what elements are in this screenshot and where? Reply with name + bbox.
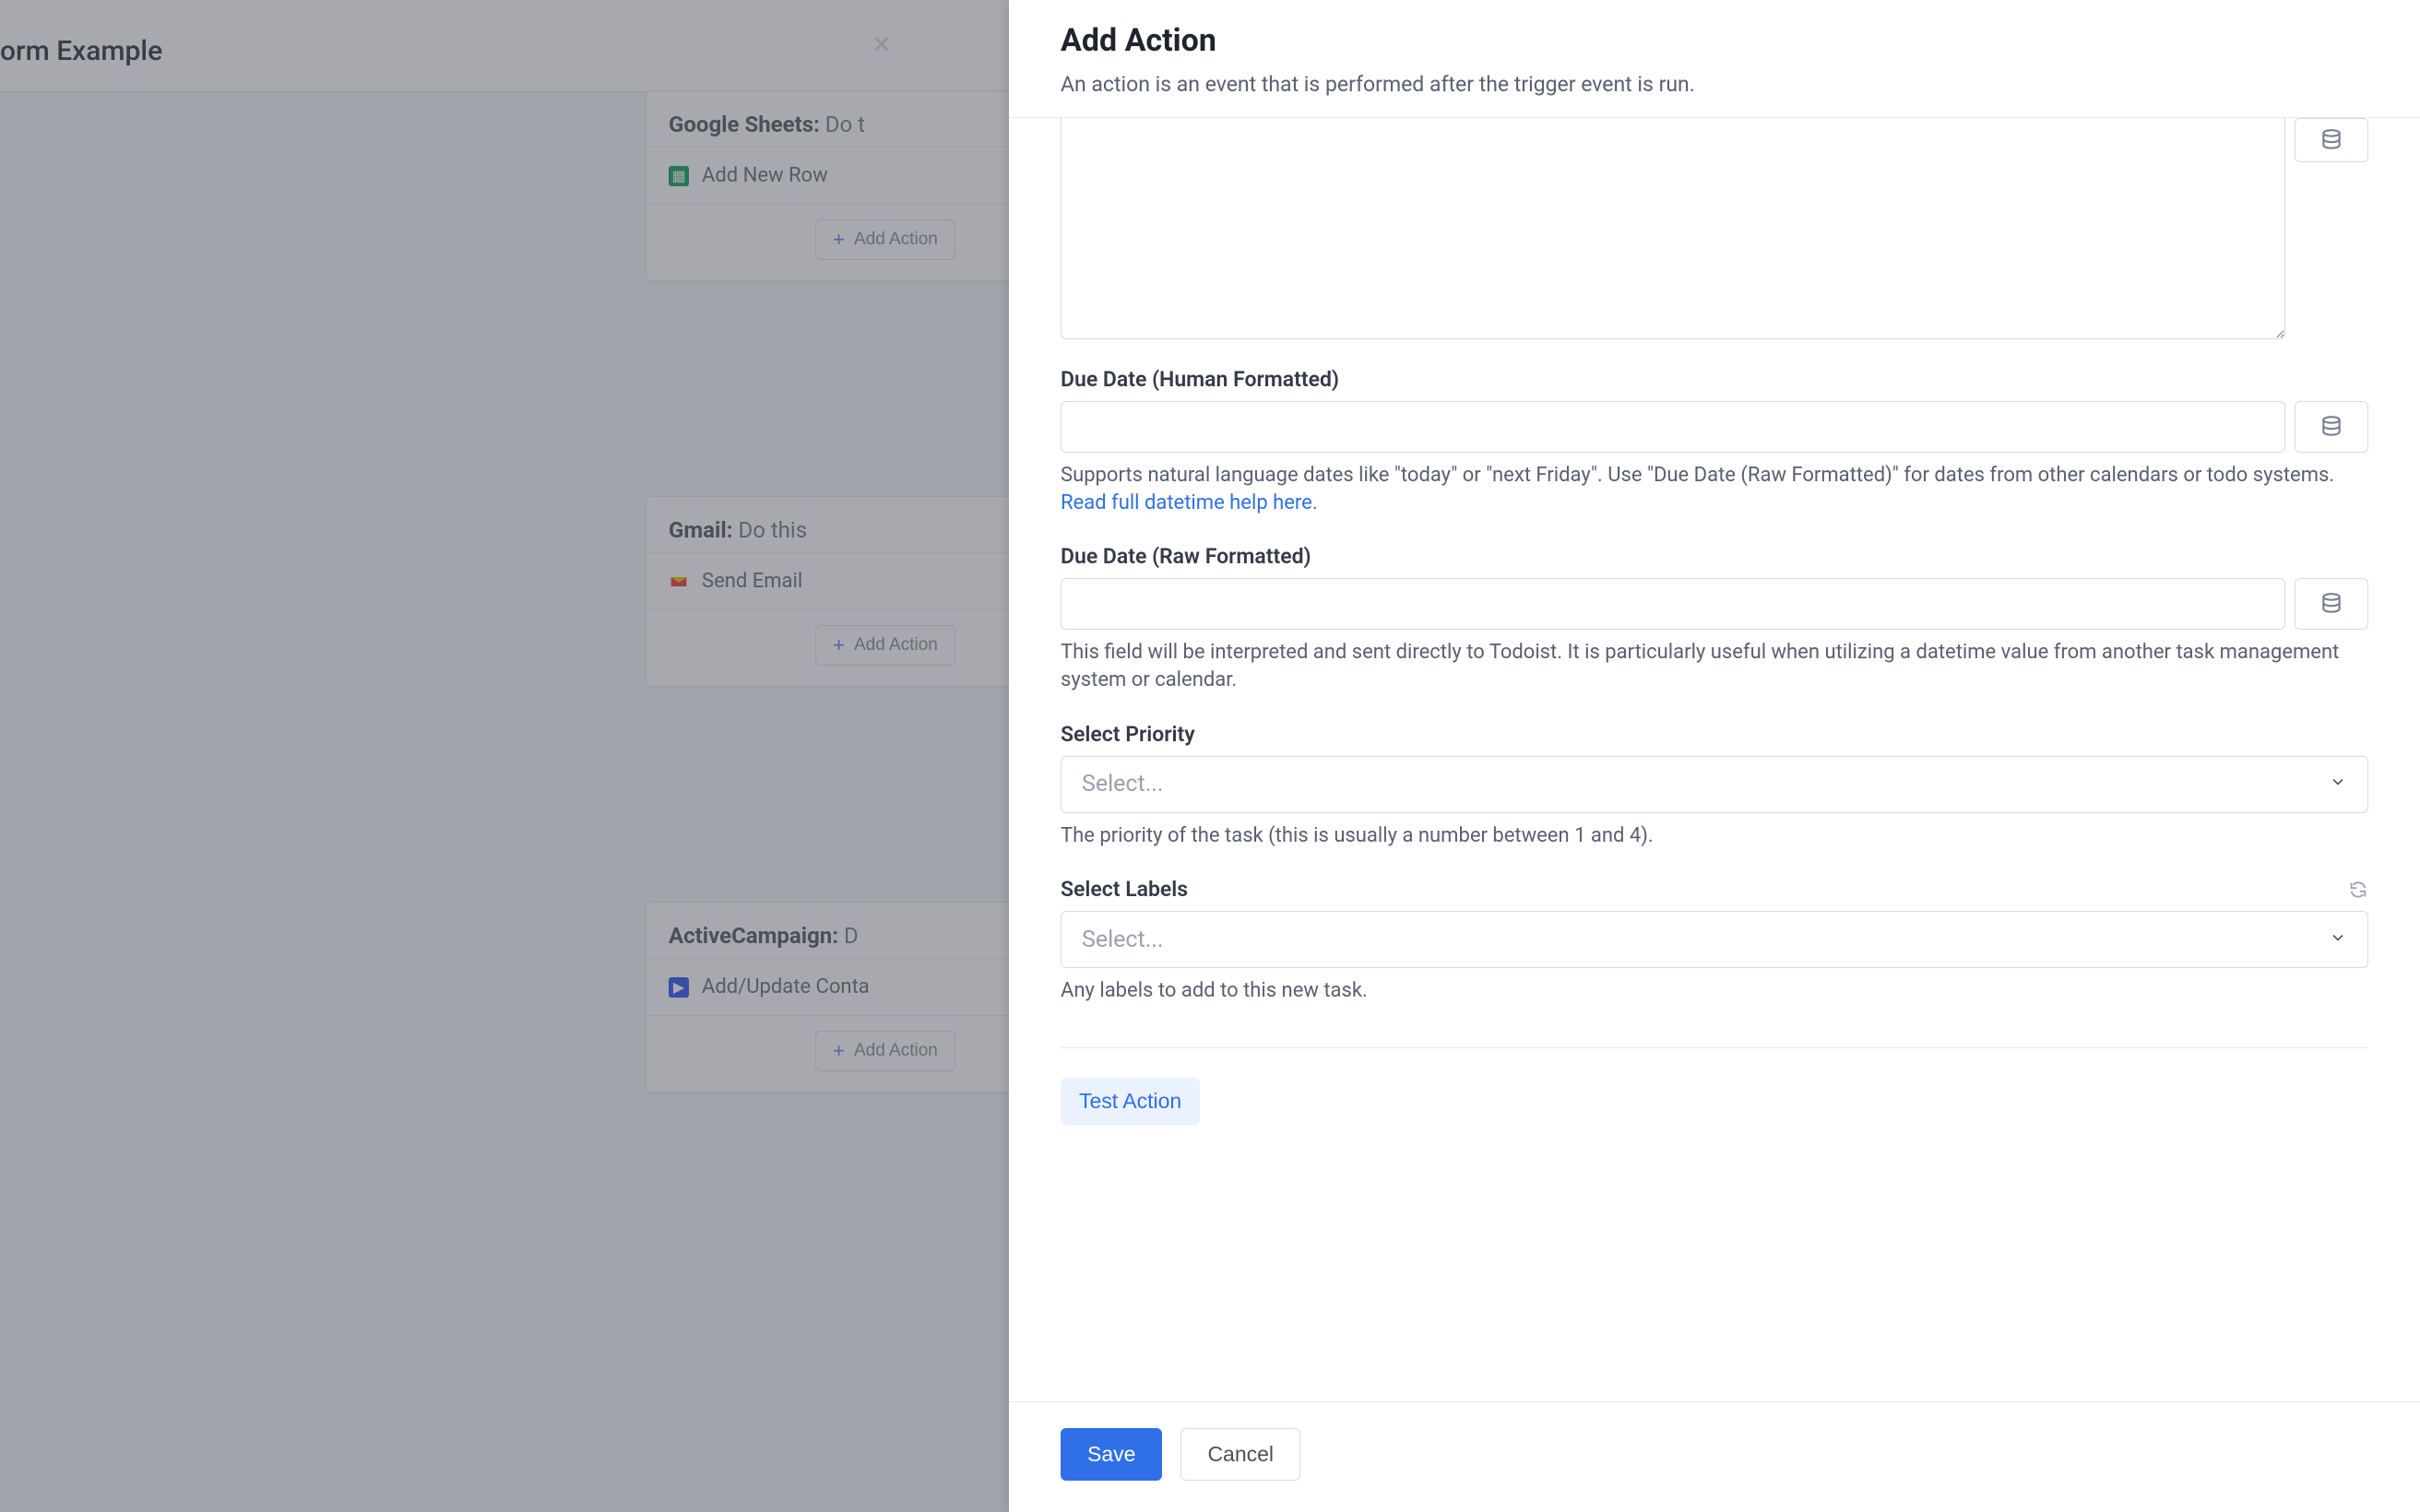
database-icon [2319,415,2343,439]
panel-header: Add Action An action is an event that is… [1009,0,2420,118]
chevron-down-icon [2329,927,2347,952]
field-helper: Supports natural language dates like "to… [1061,462,2368,516]
save-button[interactable]: Save [1061,1428,1162,1481]
database-icon [2319,592,2343,616]
field-helper: Any labels to add to this new task. [1061,977,2368,1005]
select-placeholder: Select... [1082,927,1163,953]
due-date-raw-input[interactable] [1061,578,2285,630]
priority-select[interactable]: Select... [1061,756,2368,813]
field-label: Due Date (Raw Formatted) [1061,544,1311,569]
field-priority: Select Priority Select... The priority o… [1061,722,2368,850]
field-label: Select Priority [1061,722,1195,747]
panel-title: Add Action [1061,22,2368,59]
field-helper: This field will be interpreted and sent … [1061,639,2368,693]
select-placeholder: Select... [1082,771,1163,797]
panel-footer: Save Cancel [1009,1401,2420,1512]
field-helper: The priority of the task (this is usuall… [1061,822,2368,850]
panel-body: Due Date (Human Formatted) Supports natu… [1009,118,2420,1401]
note-textarea[interactable] [1061,118,2285,339]
field-label: Select Labels [1061,877,1188,902]
datetime-help-link[interactable]: Read full datetime help here [1061,491,1312,514]
add-action-panel: Add Action An action is an event that is… [1009,0,2420,1512]
insert-data-button[interactable] [2295,401,2368,453]
cancel-button[interactable]: Cancel [1180,1428,1300,1481]
insert-data-button[interactable] [2295,118,2368,162]
field-label: Due Date (Human Formatted) [1061,367,1339,392]
helper-text: Supports natural language dates like "to… [1061,464,2334,487]
database-icon [2319,128,2343,152]
chevron-down-icon [2329,772,2347,797]
field-labels: Select Labels Select... Any labels to ad… [1061,877,2368,1005]
field-due-date-human: Due Date (Human Formatted) Supports natu… [1061,367,2368,516]
panel-subtitle: An action is an event that is performed … [1061,72,2368,97]
section-divider [1061,1047,2368,1048]
test-action-button[interactable]: Test Action [1061,1078,1200,1125]
labels-select[interactable]: Select... [1061,911,2368,968]
field-due-date-raw: Due Date (Raw Formatted) This field will… [1061,544,2368,693]
helper-text: . [1312,491,1318,514]
insert-data-button[interactable] [2295,578,2368,630]
due-date-human-input[interactable] [1061,401,2285,453]
refresh-icon[interactable] [2348,880,2368,900]
